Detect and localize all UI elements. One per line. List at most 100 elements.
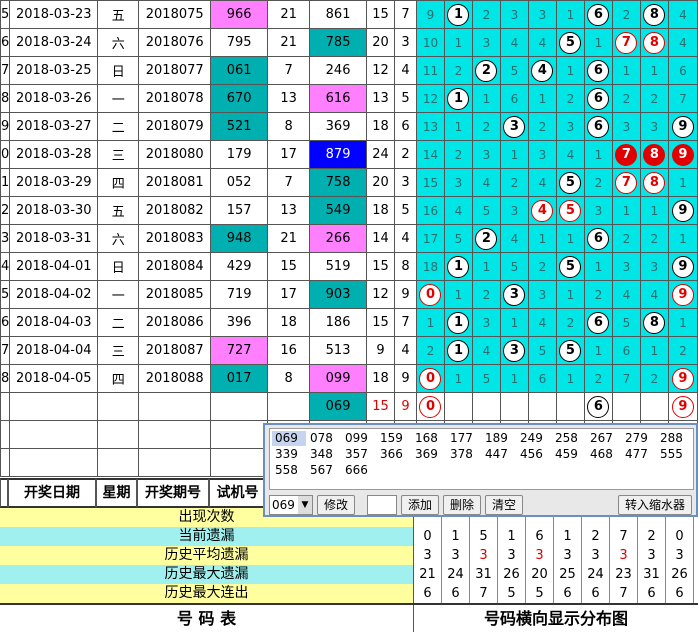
distribution-cell: 1 bbox=[667, 168, 698, 197]
number-list-item[interactable]: 159 bbox=[377, 431, 411, 446]
number-list-item[interactable]: 366 bbox=[377, 447, 411, 462]
number-list-item[interactable]: 249 bbox=[517, 431, 551, 446]
empty-cell bbox=[97, 420, 140, 449]
stats-value: 26 bbox=[498, 565, 526, 584]
number-list-item[interactable]: 555 bbox=[657, 447, 691, 462]
number-list-item[interactable]: 339 bbox=[272, 447, 306, 462]
number-list-item[interactable]: 078 bbox=[307, 431, 341, 446]
number-ball: 4 bbox=[531, 199, 554, 222]
stats-label: 当前遗漏 bbox=[0, 527, 414, 546]
number-list-item[interactable]: 348 bbox=[307, 447, 341, 462]
add-button[interactable]: 添加 bbox=[401, 495, 440, 515]
distribution-cell: 4 bbox=[527, 28, 557, 57]
delete-button[interactable]: 删除 bbox=[443, 495, 482, 515]
number-list-item[interactable]: 288 bbox=[657, 431, 691, 446]
tail-value: 7 bbox=[394, 308, 417, 337]
number-list-item[interactable]: 177 bbox=[447, 431, 481, 446]
number-list-item[interactable]: 369 bbox=[412, 447, 446, 462]
number-list-item[interactable]: 378 bbox=[447, 447, 481, 462]
distribution-cell: 4 bbox=[611, 280, 641, 309]
number-list-item[interactable]: 357 bbox=[342, 447, 376, 462]
prediction-cell bbox=[555, 392, 585, 421]
number-list-item[interactable]: 099 bbox=[342, 431, 376, 446]
table-row: 7 2018-03-25 日 2018077 061 7 246 12 4 11 2 2 5 4 1 6 1 1 6 bbox=[0, 56, 698, 85]
number-list-item[interactable]: 069 bbox=[272, 431, 306, 446]
number-ball: 0 bbox=[419, 367, 442, 390]
number-ball: 6 bbox=[587, 59, 610, 82]
prediction-cell bbox=[499, 392, 529, 421]
number-list-item[interactable]: 258 bbox=[552, 431, 586, 446]
stats-value: 3 bbox=[610, 546, 638, 565]
number-list-item[interactable]: 279 bbox=[622, 431, 656, 446]
transfer-to-reducer-button[interactable]: 转入缩水器 bbox=[617, 495, 692, 515]
number-list-item[interactable]: 468 bbox=[587, 447, 621, 462]
row-index: 7 bbox=[0, 336, 11, 365]
number-list-item[interactable]: 459 bbox=[552, 447, 586, 462]
number-input[interactable] bbox=[367, 495, 398, 515]
chevron-down-icon[interactable]: ▼ bbox=[298, 496, 312, 514]
number-list-item[interactable]: 567 bbox=[307, 463, 341, 478]
number-ball: 8 bbox=[643, 3, 666, 26]
draw-date: 2018-03-25 bbox=[9, 56, 99, 85]
draw-date: 2018-04-03 bbox=[9, 308, 99, 337]
table-row: 9 2018-03-27 二 2018079 521 8 369 18 6 13 1 2 3 2 3 6 3 3 9 bbox=[0, 112, 698, 141]
trial-number: 795 bbox=[210, 28, 269, 57]
number-list-item[interactable]: 189 bbox=[482, 431, 516, 446]
distribution-cell: 3 bbox=[499, 112, 529, 141]
number-ball: 6 bbox=[587, 115, 610, 138]
number-list-item[interactable]: 666 bbox=[342, 463, 376, 478]
stats-row: 历史最大连出 6 6 7 5 5 6 6 7 6 6 bbox=[0, 584, 698, 603]
distribution-cell: 1 bbox=[639, 196, 669, 225]
stats-value: 31 bbox=[638, 565, 666, 584]
tail-value: 9 bbox=[394, 280, 417, 309]
stats-value: 2 bbox=[638, 527, 666, 546]
number-list-item[interactable]: 447 bbox=[482, 447, 516, 462]
number-list-item[interactable]: 267 bbox=[587, 431, 621, 446]
distribution-cell: 1 bbox=[443, 84, 473, 113]
table-row: 2 2018-03-30 五 2018082 157 13 549 18 5 16 4 5 3 4 5 3 1 1… bbox=[0, 196, 698, 225]
span-value: 12 bbox=[366, 280, 396, 309]
distribution-cell: 1 bbox=[611, 196, 641, 225]
number-ball: 6 bbox=[587, 395, 610, 418]
number-list-item[interactable]: 477 bbox=[622, 447, 656, 462]
period-number: 2018087 bbox=[138, 336, 212, 365]
distribution-cell: 0 bbox=[416, 364, 445, 393]
row-index: 3 bbox=[0, 224, 11, 253]
combo-value: 069 bbox=[272, 498, 295, 512]
stats-value: 3 bbox=[582, 546, 610, 565]
prediction-cell bbox=[527, 392, 557, 421]
distribution-cell: 1 bbox=[583, 252, 613, 281]
distribution-cell: 1 bbox=[443, 252, 473, 281]
tail-value: 9 bbox=[394, 364, 417, 393]
number-ball: 6 bbox=[587, 227, 610, 250]
distribution-cell: 4 bbox=[639, 280, 669, 309]
clear-button[interactable]: 清空 bbox=[485, 495, 524, 515]
prediction-cell bbox=[611, 392, 641, 421]
number-ball: 1 bbox=[447, 255, 470, 278]
period-number: 2018085 bbox=[138, 280, 212, 309]
number-ball: 7 bbox=[615, 31, 638, 54]
distribution-cell: 8 bbox=[639, 140, 669, 169]
distribution-cell: 16 bbox=[416, 196, 445, 225]
draw-date: 2018-03-24 bbox=[9, 28, 99, 57]
sum-value: 13 bbox=[267, 84, 311, 113]
distribution-cell: 5 bbox=[555, 336, 585, 365]
stats-value: 25 bbox=[554, 565, 582, 584]
number-list-item[interactable]: 168 bbox=[412, 431, 446, 446]
number-list-item[interactable]: 456 bbox=[517, 447, 551, 462]
draw-date: 2018-03-27 bbox=[9, 112, 99, 141]
distribution-cell: 6 bbox=[667, 56, 698, 85]
number-list-item[interactable]: 558 bbox=[272, 463, 306, 478]
number-ball: 3 bbox=[503, 339, 526, 362]
stats-value: 5 bbox=[498, 584, 526, 603]
distribution-cell: 1 bbox=[555, 56, 585, 85]
tail-value: 4 bbox=[394, 224, 417, 253]
modify-button[interactable]: 修改 bbox=[317, 495, 356, 515]
distribution-cell: 3 bbox=[443, 168, 473, 197]
stats-label: 历史最大遗漏 bbox=[0, 565, 414, 584]
stats-value: 1 bbox=[498, 527, 526, 546]
number-combo[interactable]: 069 ▼ bbox=[269, 495, 313, 515]
number-list[interactable]: 069 078 099 159 168 177 189 249 258 267 279 288 339 3… bbox=[269, 428, 694, 490]
stats-label: 历史最大连出 bbox=[0, 584, 414, 603]
number-ball: 6 bbox=[587, 3, 610, 26]
